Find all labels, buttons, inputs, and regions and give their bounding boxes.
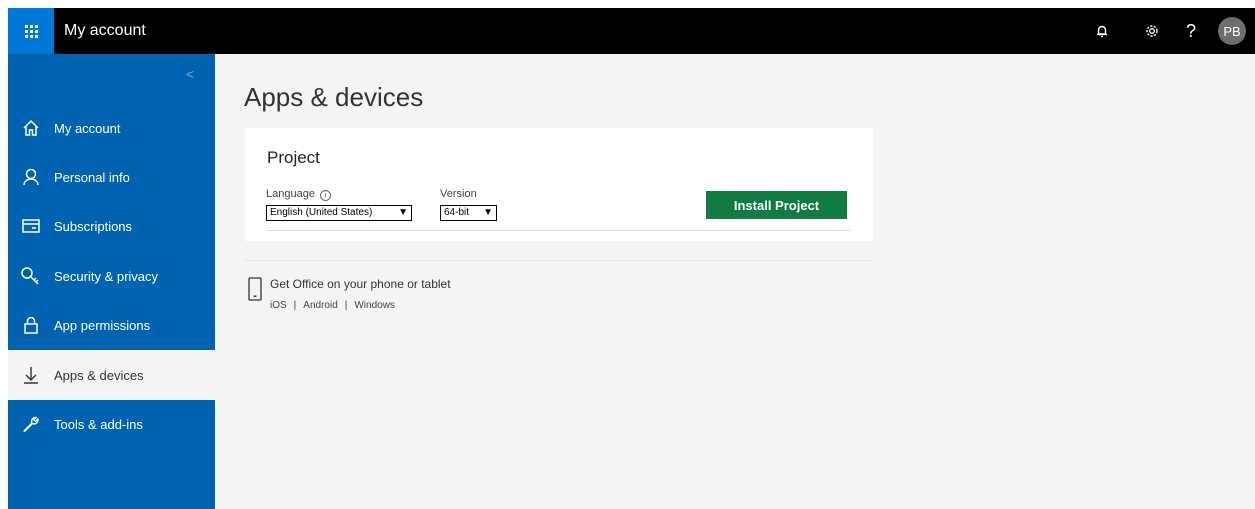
sidebar-item-subscriptions[interactable]: Subscriptions [8, 201, 215, 251]
sidebar-item-app-permissions[interactable]: App permissions [8, 300, 215, 350]
phone-icon [248, 277, 262, 306]
key-icon [8, 266, 54, 286]
dropdown-arrow-icon: ▼ [398, 207, 408, 218]
sidebar-item-tools-addins[interactable]: Tools & add-ins [8, 399, 215, 449]
lock-icon [8, 315, 54, 335]
top-bar: My account ? PB [8, 8, 1255, 54]
settings-button[interactable] [1136, 8, 1168, 54]
dropdown-arrow-icon: ▼ [483, 207, 493, 218]
link-separator: | [344, 300, 348, 311]
download-icon [8, 365, 54, 385]
link-separator: | [293, 300, 297, 311]
notifications-button[interactable] [1086, 8, 1118, 54]
page-title: Apps & devices [244, 82, 424, 112]
sidebar: < My account Personal info Subscriptions [8, 54, 215, 509]
mobile-links: iOS | Android | Windows [270, 300, 395, 311]
collapse-sidebar-button[interactable]: < [186, 66, 194, 82]
card-icon [8, 216, 54, 236]
app-title: My account [64, 22, 146, 39]
sidebar-item-label: Apps & devices [54, 367, 144, 383]
windows-link[interactable]: Windows [354, 300, 395, 311]
sidebar-item-label: Subscriptions [54, 218, 133, 234]
mobile-heading: Get Office on your phone or tablet [270, 277, 451, 291]
card-divider [267, 230, 851, 231]
avatar[interactable]: PB [1218, 17, 1246, 45]
wrench-icon [8, 414, 54, 434]
sidebar-item-label: My account [54, 120, 121, 136]
waffle-icon [24, 24, 38, 38]
gear-icon [1146, 25, 1158, 37]
help-button[interactable]: ? [1175, 8, 1207, 54]
section-divider [245, 260, 873, 261]
home-icon [8, 118, 54, 138]
sidebar-item-label: Tools & add-ins [54, 416, 143, 432]
language-label: Language i [266, 188, 332, 201]
product-name: Project [267, 148, 320, 167]
sidebar-item-personal-info[interactable]: Personal info [8, 152, 215, 202]
ios-link[interactable]: iOS [270, 300, 287, 311]
version-select[interactable]: 64-bit ▼ [440, 205, 497, 221]
help-icon: ? [1185, 20, 1196, 41]
chevron-left-icon: < [186, 66, 195, 82]
version-select-value: 64-bit [444, 207, 470, 218]
android-link[interactable]: Android [303, 300, 337, 311]
product-card: Project Language i English (United State… [245, 128, 873, 241]
sidebar-item-label: Personal info [54, 169, 130, 185]
app-launcher-button[interactable] [8, 8, 54, 54]
sidebar-item-label: App permissions [54, 317, 151, 333]
person-icon [8, 167, 54, 187]
language-select[interactable]: English (United States) ▼ [266, 205, 412, 221]
sidebar-item-security-privacy[interactable]: Security & privacy [8, 251, 215, 301]
install-project-button[interactable]: Install Project [706, 191, 847, 219]
sidebar-item-label: Security & privacy [54, 268, 159, 284]
sidebar-item-my-account[interactable]: My account [8, 103, 215, 153]
version-label: Version [440, 188, 477, 200]
sidebar-item-apps-devices[interactable]: Apps & devices [8, 350, 215, 400]
app-frame: My account ? PB < My account Personal in… [8, 8, 1255, 509]
info-icon[interactable]: i [320, 190, 332, 201]
bell-icon [1097, 25, 1107, 38]
language-select-value: English (United States) [270, 207, 373, 218]
